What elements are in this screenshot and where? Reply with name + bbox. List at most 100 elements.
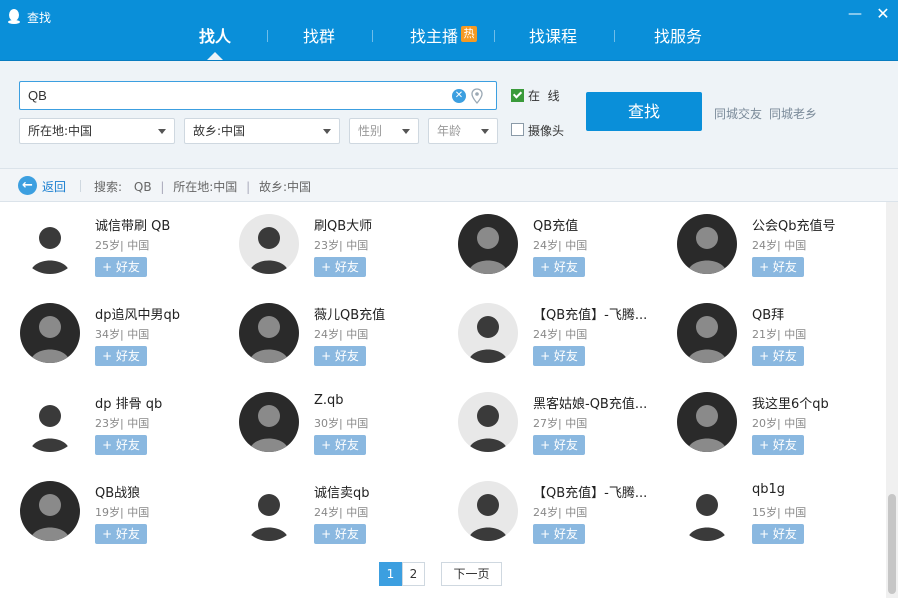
result-meta: 25岁| 中国: [95, 237, 149, 253]
avatar[interactable]: [20, 481, 80, 541]
avatar[interactable]: [677, 392, 737, 452]
results-list: 诚信带刷 QB 25岁| 中国 + 好友 刷QB大师 23岁| 中国 + 好友 QB充值 24…: [0, 202, 886, 598]
add-friend-button[interactable]: + 好友: [533, 257, 585, 277]
next-page-button[interactable]: 下一页: [441, 562, 502, 586]
result-name[interactable]: dp 排骨 qb: [95, 393, 230, 412]
result-name[interactable]: 薇儿QB充值: [314, 304, 449, 323]
result-item[interactable]: dp 排骨 qb 23岁| 中国 + 好友: [20, 385, 230, 465]
result-item[interactable]: 诚信带刷 QB 25岁| 中国 + 好友: [20, 207, 230, 287]
tab-find-group[interactable]: 找群: [284, 24, 354, 60]
add-friend-button[interactable]: + 好友: [533, 346, 585, 366]
add-friend-button[interactable]: + 好友: [752, 346, 804, 366]
result-item[interactable]: 薇儿QB充值 24岁| 中国 + 好友: [239, 296, 449, 376]
location-dropdown[interactable]: 所在地:中国: [19, 118, 175, 144]
result-item[interactable]: 刷QB大师 23岁| 中国 + 好友: [239, 207, 449, 287]
result-item[interactable]: 黑客姑娘-QB充值... 27岁| 中国 + 好友: [458, 385, 668, 465]
avatar[interactable]: [20, 214, 80, 274]
tab-find-service[interactable]: 找服务: [638, 24, 718, 60]
avatar[interactable]: [458, 303, 518, 363]
clear-icon[interactable]: ✕: [452, 89, 466, 103]
result-item[interactable]: Z.qb 30岁| 中国 + 好友: [239, 385, 449, 465]
avatar[interactable]: [239, 392, 299, 452]
add-friend-button[interactable]: + 好友: [314, 346, 366, 366]
add-friend-button[interactable]: + 好友: [314, 524, 366, 544]
result-name[interactable]: qb1g: [752, 482, 886, 497]
avatar[interactable]: [239, 303, 299, 363]
avatar[interactable]: [677, 214, 737, 274]
result-name[interactable]: 黑客姑娘-QB充值...: [533, 393, 668, 412]
result-region: 中国: [346, 417, 369, 430]
hot-badge: 热: [461, 26, 477, 42]
add-friend-button[interactable]: + 好友: [314, 257, 366, 277]
result-item[interactable]: dp追风中男qb 34岁| 中国 + 好友: [20, 296, 230, 376]
result-name[interactable]: dp追风中男qb: [95, 304, 230, 323]
age-value: 年龄: [437, 124, 462, 138]
minimize-button[interactable]: —: [846, 5, 864, 23]
result-region: 中国: [346, 328, 369, 341]
online-checkbox[interactable]: [511, 89, 524, 102]
result-item[interactable]: 【QB充值】-飞腾... 24岁| 中国 + 好友: [458, 296, 668, 376]
add-friend-button[interactable]: + 好友: [752, 524, 804, 544]
camera-checkbox[interactable]: [511, 123, 524, 136]
city-hometown-link[interactable]: 同城老乡: [769, 105, 817, 122]
location-value: 所在地:中国: [28, 124, 93, 138]
page-button[interactable]: 1: [379, 562, 402, 586]
add-friend-button[interactable]: + 好友: [95, 346, 147, 366]
add-friend-button[interactable]: + 好友: [752, 435, 804, 455]
tab-find-course[interactable]: 找课程: [518, 24, 588, 60]
result-item[interactable]: 诚信卖qb 24岁| 中国 + 好友: [239, 474, 449, 554]
result-meta: 24岁| 中国: [752, 237, 806, 253]
avatar[interactable]: [458, 481, 518, 541]
find-button[interactable]: 查找: [586, 92, 702, 131]
summary-location: 所在地:中国: [173, 180, 238, 194]
result-name[interactable]: 诚信卖qb: [314, 482, 449, 501]
add-friend-button[interactable]: + 好友: [95, 435, 147, 455]
add-friend-button[interactable]: + 好友: [95, 257, 147, 277]
tab-find-people[interactable]: 找人: [180, 24, 250, 60]
hometown-dropdown[interactable]: 故乡:中国: [184, 118, 340, 144]
city-friends-link[interactable]: 同城交友: [714, 105, 762, 122]
result-item[interactable]: QB拜 21岁| 中国 + 好友: [677, 296, 886, 376]
close-button[interactable]: ✕: [874, 5, 892, 23]
result-item[interactable]: 【QB充值】-飞腾... 24岁| 中国 + 好友: [458, 474, 668, 554]
tab-divider: [267, 30, 268, 42]
result-name[interactable]: 诚信带刷 QB: [95, 215, 230, 234]
result-name[interactable]: 刷QB大师: [314, 215, 449, 234]
avatar[interactable]: [20, 303, 80, 363]
page-button[interactable]: 2: [402, 562, 425, 586]
result-name[interactable]: 公会Qb充值号: [752, 215, 886, 234]
result-name[interactable]: QB拜: [752, 304, 886, 323]
avatar[interactable]: [458, 392, 518, 452]
result-item[interactable]: qb1g 15岁| 中国 + 好友: [677, 474, 886, 554]
avatar[interactable]: [677, 481, 737, 541]
avatar[interactable]: [677, 303, 737, 363]
result-item[interactable]: 公会Qb充值号 24岁| 中国 + 好友: [677, 207, 886, 287]
add-friend-button[interactable]: + 好友: [752, 257, 804, 277]
result-name[interactable]: 【QB充值】-飞腾...: [533, 304, 668, 323]
result-age: 23岁: [95, 417, 120, 430]
location-pin-icon[interactable]: [470, 88, 484, 104]
result-name[interactable]: 【QB充值】-飞腾...: [533, 482, 668, 501]
search-input[interactable]: [28, 82, 448, 109]
avatar[interactable]: [20, 392, 80, 452]
age-dropdown[interactable]: 年龄: [428, 118, 498, 144]
result-item[interactable]: QB充值 24岁| 中国 + 好友: [458, 207, 668, 287]
result-item[interactable]: QB战狼 19岁| 中国 + 好友: [20, 474, 230, 554]
result-name[interactable]: 我这里6个qb: [752, 393, 886, 412]
avatar[interactable]: [239, 214, 299, 274]
scroll-thumb[interactable]: [888, 494, 896, 594]
result-region: 中国: [784, 328, 807, 341]
add-friend-button[interactable]: + 好友: [533, 524, 585, 544]
result-name[interactable]: Z.qb: [314, 393, 449, 408]
add-friend-button[interactable]: + 好友: [95, 524, 147, 544]
result-name[interactable]: QB充值: [533, 215, 668, 234]
result-name[interactable]: QB战狼: [95, 482, 230, 501]
gender-dropdown[interactable]: 性别: [349, 118, 419, 144]
scrollbar[interactable]: [886, 202, 898, 598]
add-friend-button[interactable]: + 好友: [533, 435, 585, 455]
result-meta: 24岁| 中国: [314, 326, 368, 342]
result-item[interactable]: 我这里6个qb 20岁| 中国 + 好友: [677, 385, 886, 465]
avatar[interactable]: [458, 214, 518, 274]
add-friend-button[interactable]: + 好友: [314, 435, 366, 455]
avatar[interactable]: [239, 481, 299, 541]
